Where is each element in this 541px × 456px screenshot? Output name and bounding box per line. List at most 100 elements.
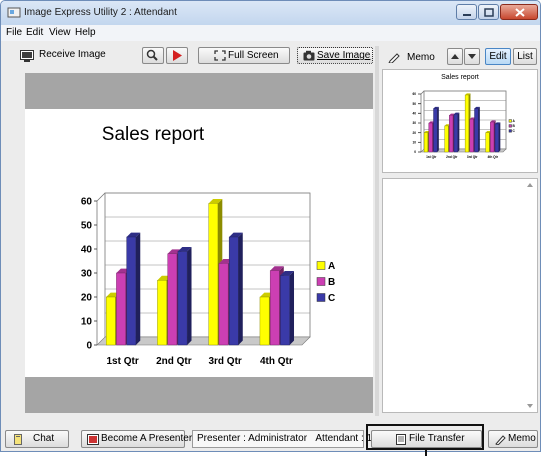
memo-label: Memo bbox=[407, 52, 435, 63]
slide-title: Sales report bbox=[101, 124, 205, 145]
save-image-label: Save Image bbox=[317, 50, 371, 61]
menu-file[interactable]: File bbox=[6, 27, 22, 38]
x-category-label: 2nd Qtr bbox=[156, 356, 192, 367]
bar-C-3 bbox=[474, 106, 480, 153]
pointer-button[interactable] bbox=[166, 47, 188, 64]
monitor-icon bbox=[20, 50, 34, 62]
menu-view[interactable]: View bbox=[49, 27, 71, 38]
legend-swatch bbox=[316, 277, 326, 286]
triangle-up-icon bbox=[451, 54, 459, 59]
chart-side-wall bbox=[420, 90, 425, 152]
bar-front bbox=[423, 132, 429, 153]
y-tick-label: 50 bbox=[412, 102, 416, 106]
become-presenter-label: Become A Presenter bbox=[101, 433, 193, 444]
title-bar[interactable]: Image Express Utility 2 : Attendant bbox=[1, 1, 540, 25]
chart-side-wall bbox=[96, 192, 106, 345]
bar-front bbox=[449, 115, 454, 153]
memo-edit-button[interactable]: Edit bbox=[485, 48, 511, 65]
y-tick-label: 10 bbox=[81, 317, 93, 328]
y-tick-label: 30 bbox=[412, 121, 416, 125]
x-category-label: 2nd Qtr bbox=[446, 155, 458, 159]
x-category-label: 4th Qtr bbox=[260, 356, 293, 367]
menu-help[interactable]: Help bbox=[75, 27, 96, 38]
memo-text-area[interactable] bbox=[382, 178, 538, 413]
scroll-up-icon[interactable] bbox=[524, 180, 536, 190]
callout-highlight-box bbox=[366, 424, 484, 450]
y-tick-label: 20 bbox=[81, 293, 93, 304]
bar-side bbox=[437, 106, 439, 152]
bar-C-1 bbox=[433, 106, 439, 153]
thumbnail-title: Sales report bbox=[441, 74, 479, 81]
bar-front bbox=[218, 263, 229, 346]
save-image-button[interactable]: Save Image bbox=[297, 47, 373, 64]
callout-pointer-line bbox=[425, 450, 427, 456]
legend-swatch bbox=[508, 119, 512, 123]
legend-swatch bbox=[316, 261, 326, 270]
magnifier-icon bbox=[146, 49, 158, 61]
chat-button[interactable]: Chat bbox=[5, 430, 69, 448]
chat-icon bbox=[14, 434, 22, 445]
become-presenter-button[interactable]: Become A Presenter bbox=[81, 430, 192, 448]
minimize-button[interactable] bbox=[456, 4, 477, 20]
memo-list-button[interactable]: List bbox=[513, 48, 537, 65]
y-tick-label: 60 bbox=[412, 92, 416, 96]
y-tick-label: 30 bbox=[81, 269, 93, 280]
bar-front bbox=[269, 270, 280, 346]
bar-front bbox=[126, 236, 137, 346]
maximize-button[interactable] bbox=[478, 4, 499, 20]
bar-front bbox=[433, 108, 438, 153]
menu-edit[interactable]: Edit bbox=[26, 27, 43, 38]
bar-front bbox=[116, 272, 126, 346]
bar-front bbox=[464, 94, 470, 153]
triangle-down-icon bbox=[468, 54, 476, 59]
slide-content: Sales report 0 10 20 30 40 50 60 1st Qtr 2nd Qtr… bbox=[25, 109, 373, 377]
received-image-viewer[interactable]: Sales report 0 10 20 30 40 50 60 1st Qtr 2nd Qtr… bbox=[25, 73, 373, 413]
bar-front bbox=[490, 121, 495, 153]
memo-pencil-icon bbox=[495, 435, 506, 445]
camera-icon bbox=[303, 50, 315, 61]
bar-front bbox=[494, 123, 499, 153]
bar-side bbox=[238, 232, 243, 345]
bar-front bbox=[280, 275, 290, 346]
bar-front bbox=[469, 118, 474, 153]
y-tick-label: 40 bbox=[81, 245, 93, 256]
y-tick-label: 60 bbox=[81, 197, 93, 208]
legend-label: B bbox=[328, 277, 335, 288]
chat-label: Chat bbox=[33, 433, 55, 444]
app-icon bbox=[7, 7, 21, 18]
memo-next-button[interactable] bbox=[464, 48, 480, 65]
viewer-toolbar: Receive Image Full Screen Save Image bbox=[8, 46, 380, 68]
sales-bar-chart: 0 10 20 30 40 50 60 1st Qtr 2nd Qtr 3rd Qtr 4th Qt… bbox=[81, 192, 335, 367]
bar-front bbox=[208, 203, 219, 346]
zoom-button[interactable] bbox=[142, 47, 164, 64]
full-screen-icon bbox=[214, 50, 226, 61]
close-button[interactable] bbox=[500, 4, 538, 20]
legend-swatch bbox=[508, 129, 512, 133]
client-area: Receive Image Full Screen Save Image Sal… bbox=[1, 41, 540, 451]
full-screen-label: Full Screen bbox=[228, 50, 279, 61]
bar-front bbox=[428, 122, 433, 153]
y-tick-label: 0 bbox=[86, 341, 92, 352]
full-screen-button[interactable]: Full Screen bbox=[198, 47, 290, 64]
memo-thumbnail[interactable]: Sales report 0 10 20 30 40 50 60 1st Qtr 2nd Qtr 3… bbox=[382, 69, 538, 173]
bar-C-3 bbox=[228, 232, 243, 346]
presenter-icon bbox=[87, 434, 99, 445]
scroll-down-icon[interactable] bbox=[524, 401, 536, 411]
bar-C-4 bbox=[494, 122, 501, 153]
y-tick-label: 10 bbox=[412, 140, 416, 144]
bar-front bbox=[105, 296, 116, 346]
bar-side bbox=[498, 122, 501, 152]
x-category-label: 1st Qtr bbox=[426, 155, 437, 159]
presence-status: Presenter : Administrator Attendant : 1 bbox=[192, 430, 372, 448]
bar-side bbox=[457, 112, 460, 152]
minimize-icon bbox=[463, 14, 471, 16]
memo-button[interactable]: Memo bbox=[488, 430, 538, 448]
legend-label: C bbox=[328, 293, 335, 304]
bar-front bbox=[167, 253, 178, 346]
bar-side bbox=[289, 271, 295, 345]
bar-front bbox=[453, 114, 458, 153]
bar-front bbox=[259, 296, 270, 346]
memo-prev-button[interactable] bbox=[447, 48, 463, 65]
panel-splitter[interactable] bbox=[375, 46, 379, 416]
bar-C-1 bbox=[126, 232, 141, 346]
